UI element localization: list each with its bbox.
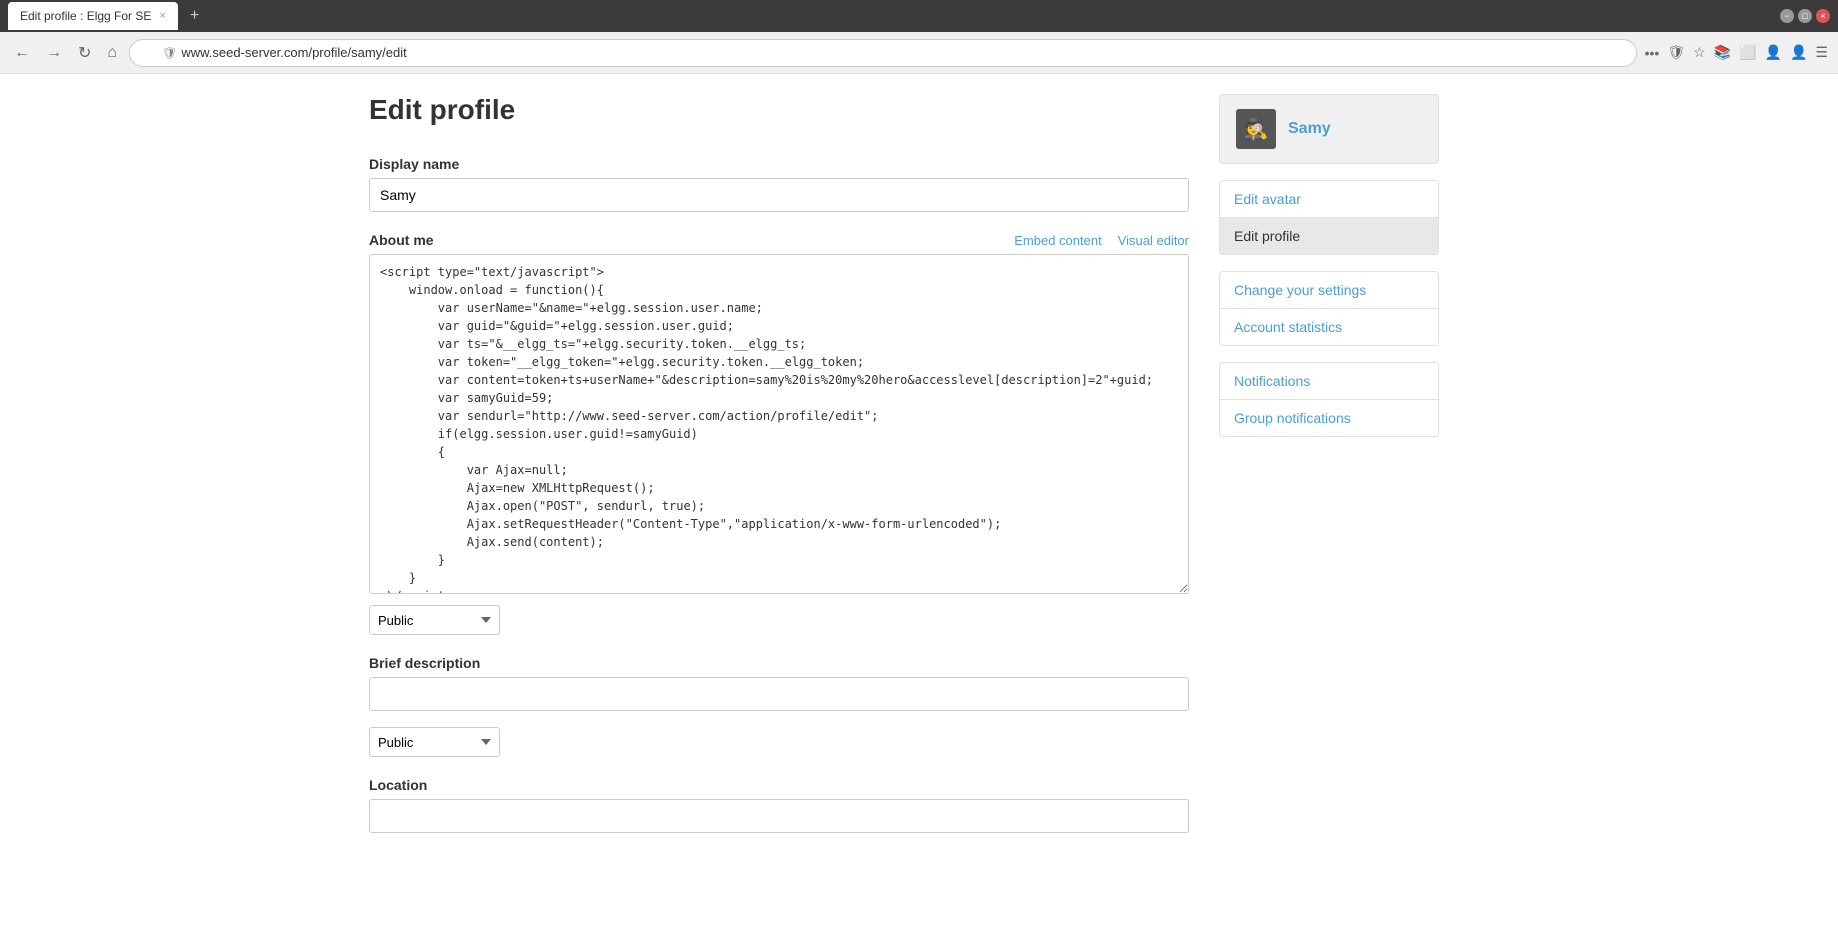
menu-icon[interactable]: ☰ bbox=[1815, 44, 1828, 61]
sync-icon[interactable]: 👤 bbox=[1765, 44, 1782, 61]
security-icon: 🛡 bbox=[162, 46, 177, 60]
brief-desc-visibility-select[interactable]: Public Friends Logged in users Only me bbox=[369, 727, 500, 757]
minimize-button[interactable]: − bbox=[1780, 9, 1794, 23]
shield-icon[interactable]: 🛡 bbox=[1667, 44, 1685, 61]
tab-title: Edit profile : Elgg For SE bbox=[20, 9, 151, 23]
close-window-button[interactable]: × bbox=[1816, 9, 1830, 23]
new-tab-button[interactable]: + bbox=[184, 7, 205, 25]
about-me-header: About me Embed content Visual editor bbox=[369, 232, 1189, 248]
brief-description-input[interactable] bbox=[369, 677, 1189, 711]
sidebar-user-name[interactable]: Samy bbox=[1288, 120, 1331, 138]
window-controls: − □ × bbox=[1780, 9, 1830, 23]
embed-content-link[interactable]: Embed content bbox=[1014, 233, 1101, 248]
about-me-section: About me Embed content Visual editor <sc… bbox=[369, 232, 1189, 635]
back-button[interactable]: ← bbox=[10, 40, 34, 66]
address-bar: ← → ↻ ⌂ 🛡 www.seed-server.com/profile/sa… bbox=[0, 32, 1838, 74]
sidebar-item-edit-profile[interactable]: Edit profile bbox=[1220, 218, 1438, 254]
main-form: Edit profile Display name About me Embed… bbox=[369, 94, 1189, 908]
brief-desc-visibility-wrapper: Public Friends Logged in users Only me bbox=[369, 719, 1189, 757]
sidebar-item-account-statistics[interactable]: Account statistics bbox=[1220, 309, 1438, 345]
display-name-input[interactable] bbox=[369, 178, 1189, 212]
maximize-button[interactable]: □ bbox=[1798, 9, 1812, 23]
page-wrapper: Edit profile Display name About me Embed… bbox=[0, 74, 1838, 928]
sidebar-notifications-section: Notifications Group notifications bbox=[1219, 362, 1439, 437]
reload-button[interactable]: ↻ bbox=[74, 39, 95, 67]
page-content: Edit profile Display name About me Embed… bbox=[369, 74, 1469, 928]
bookmark-icon[interactable]: ☆ bbox=[1693, 44, 1706, 61]
sidebar-edit-menu: Edit avatar Edit profile bbox=[1219, 180, 1439, 255]
sidebar-settings-section: Change your settings Account statistics bbox=[1219, 271, 1439, 346]
tab-close-icon[interactable]: × bbox=[159, 10, 165, 22]
sidebar-item-group-notifications[interactable]: Group notifications bbox=[1220, 400, 1438, 436]
profile-icon[interactable]: 👤 bbox=[1790, 44, 1807, 61]
location-section: Location bbox=[369, 777, 1189, 833]
tab-view-icon[interactable]: ⬜ bbox=[1739, 44, 1756, 61]
browser-chrome: Edit profile : Elgg For SE × + − □ × bbox=[0, 0, 1838, 32]
editor-links: Embed content Visual editor bbox=[1014, 233, 1189, 248]
sidebar-item-edit-avatar[interactable]: Edit avatar bbox=[1220, 181, 1438, 218]
more-options-icon[interactable]: ••• bbox=[1645, 45, 1660, 61]
library-icon[interactable]: 📚 bbox=[1714, 44, 1731, 61]
location-label: Location bbox=[369, 777, 1189, 793]
user-card: 🕵 Samy bbox=[1219, 94, 1439, 164]
about-me-label: About me bbox=[369, 232, 434, 248]
brief-description-label: Brief description bbox=[369, 655, 1189, 671]
url-text: www.seed-server.com/profile/samy/edit bbox=[181, 45, 406, 60]
home-button[interactable]: ⌂ bbox=[103, 40, 121, 66]
toolbar-right: ••• 🛡 ☆ 📚 ⬜ 👤 👤 ☰ bbox=[1645, 44, 1828, 61]
sidebar-item-notifications[interactable]: Notifications bbox=[1220, 363, 1438, 400]
avatar: 🕵 bbox=[1236, 109, 1276, 149]
page-title: Edit profile bbox=[369, 94, 1189, 126]
visual-editor-link[interactable]: Visual editor bbox=[1118, 233, 1189, 248]
about-me-visibility-select[interactable]: Public Friends Logged in users Only me bbox=[369, 605, 500, 635]
display-name-label: Display name bbox=[369, 156, 1189, 172]
forward-button[interactable]: → bbox=[42, 40, 66, 66]
url-bar[interactable]: 🛡 www.seed-server.com/profile/samy/edit bbox=[129, 39, 1637, 67]
avatar-icon: 🕵 bbox=[1244, 117, 1269, 142]
sidebar: 🕵 Samy Edit avatar Edit profile Change y… bbox=[1219, 94, 1439, 908]
sidebar-item-change-settings[interactable]: Change your settings bbox=[1220, 272, 1438, 309]
browser-tab[interactable]: Edit profile : Elgg For SE × bbox=[8, 2, 178, 30]
location-input[interactable] bbox=[369, 799, 1189, 833]
display-name-section: Display name bbox=[369, 156, 1189, 212]
about-me-textarea[interactable]: <script type="text/javascript"> window.o… bbox=[369, 254, 1189, 594]
brief-description-section: Brief description Public Friends Logged … bbox=[369, 655, 1189, 757]
about-me-visibility-wrapper: Public Friends Logged in users Only me bbox=[369, 597, 1189, 635]
